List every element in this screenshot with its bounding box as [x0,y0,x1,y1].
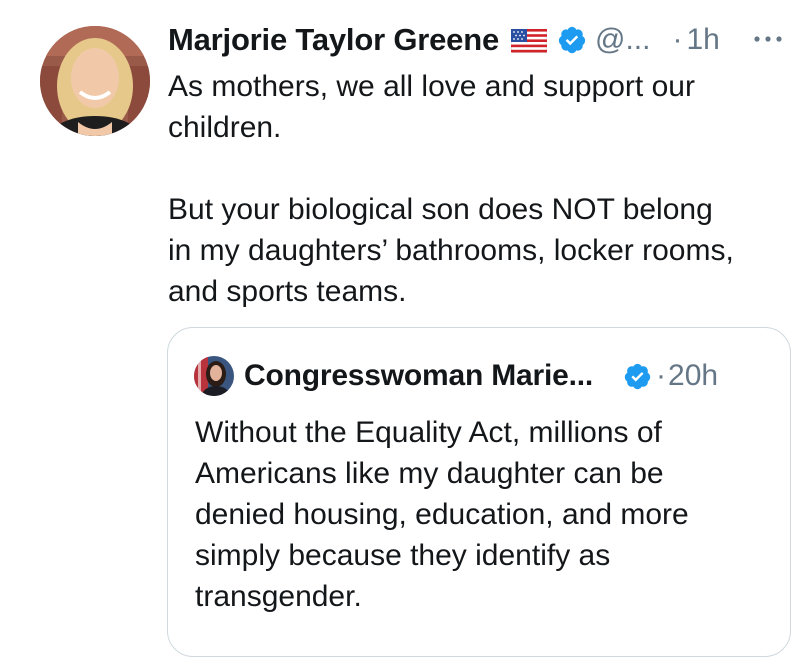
quoted-author-name[interactable]: Congresswoman Marie... [244,359,593,393]
author-avatar[interactable] [40,26,150,136]
tweet-time[interactable]: 1h [686,23,719,57]
avatar-photo [40,26,150,136]
more-options-icon[interactable] [751,24,785,54]
quoted-tweet-header: Congresswoman Marie... · 20h [194,354,770,398]
quoted-tweet[interactable]: Congresswoman Marie... · 20h Without the… [167,327,791,657]
tweet[interactable]: Marjorie Taylor Greene @... · 1h As moth… [0,0,807,657]
verified-badge-icon [623,362,652,391]
author-name[interactable]: Marjorie Taylor Greene [168,22,499,58]
quoted-author-avatar[interactable] [194,356,234,396]
quoted-tweet-text: Without the Equality Act, millions of Am… [195,416,689,613]
tweet-header: Marjorie Taylor Greene @... · 1h [168,18,793,62]
us-flag-icon [510,28,548,54]
quoted-tweet-time[interactable]: 20h [668,359,718,393]
separator-dot: · [672,23,683,56]
verified-badge-icon [557,25,587,55]
separator-dot: · [656,359,667,392]
tweet-text: As mothers, we all love and support our … [168,70,734,308]
author-handle[interactable]: @... [595,23,650,57]
